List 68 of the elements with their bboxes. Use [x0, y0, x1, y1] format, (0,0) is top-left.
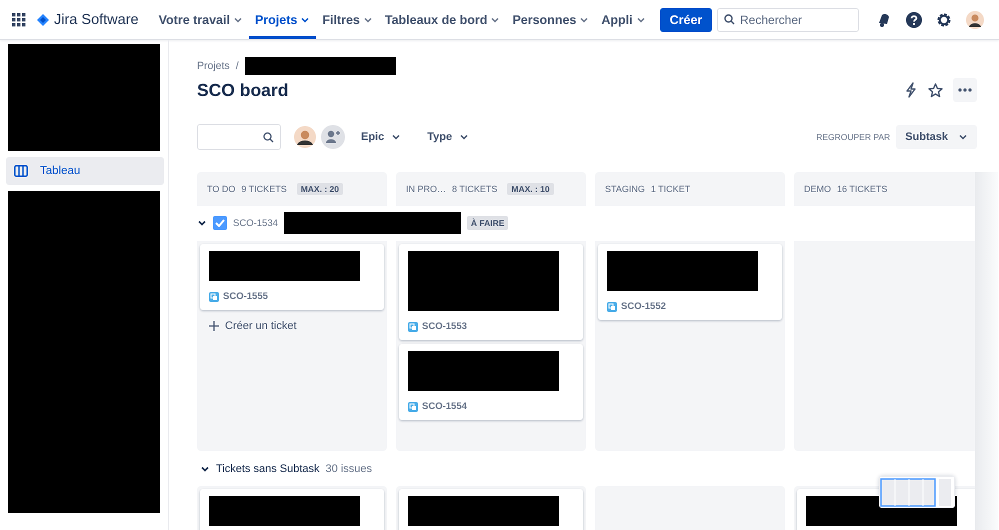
search-icon: [724, 14, 735, 25]
issue-count: 30 issues: [326, 463, 372, 475]
breadcrumb-separator: /: [236, 60, 239, 72]
ticket-card[interactable]: SCO-1555: [200, 244, 384, 310]
check-icon: [215, 219, 225, 227]
chevron-down-icon[interactable]: [200, 464, 210, 474]
group-by-dropdown[interactable]: Subtask: [896, 125, 977, 149]
ticket-count: 16 TICKETS: [837, 184, 888, 194]
chevron-down-icon[interactable]: [197, 218, 207, 228]
nav-menu-item[interactable]: Appli: [595, 0, 652, 39]
nav-menu-item[interactable]: Personnes: [506, 0, 596, 39]
nav-menu-item[interactable]: Projets: [248, 0, 316, 39]
create-ticket-button[interactable]: Créer un ticket: [209, 320, 297, 332]
sidebar-item[interactable]: Tableau: [6, 157, 164, 185]
board-search-field[interactable]: [197, 124, 281, 150]
filter-dropdown[interactable]: Type: [427, 131, 470, 143]
chevron-down-icon: [958, 132, 968, 142]
breadcrumb-link[interactable]: Projets: [197, 60, 230, 72]
subtask-icon: [408, 402, 418, 412]
column-name: DEMO: [804, 184, 831, 194]
diamond-logo-icon: [37, 14, 49, 26]
apps-grid-icon[interactable]: [12, 12, 26, 26]
ticket-count: 1 TICKET: [650, 184, 690, 194]
group-by-label: REGROUPER PAR: [816, 132, 890, 142]
issue-key: SCO-1555: [223, 291, 268, 302]
help-icon[interactable]: [906, 12, 922, 28]
ticket-count: 9 TICKETS: [241, 184, 287, 194]
issue-key: SCO-1552: [621, 301, 666, 312]
avatar-icon[interactable]: [966, 10, 984, 28]
max-limit-badge: MAX. : 20: [296, 183, 343, 195]
chevron-down-icon: [391, 132, 402, 142]
add-person-icon[interactable]: [321, 125, 345, 149]
star-icon[interactable]: [928, 82, 943, 98]
nav-menu-item[interactable]: Votre travail: [152, 0, 249, 39]
subtask-icon: [607, 302, 617, 312]
checkbox[interactable]: [213, 216, 227, 230]
ticket-card[interactable]: SCO-1553: [399, 244, 583, 340]
plus-icon: [209, 321, 219, 331]
swimlane-title: Tickets sans Subtask: [216, 463, 320, 475]
lightning-icon[interactable]: [904, 82, 918, 98]
chevron-down-icon: [459, 132, 470, 142]
settings-icon[interactable]: [936, 12, 952, 28]
subtask-icon: [408, 322, 418, 332]
column-name: TO DO: [207, 184, 236, 194]
search-field[interactable]: Rechercher: [717, 8, 859, 32]
board-title: SCO board: [197, 80, 288, 100]
nav-menu-item[interactable]: Filtres: [316, 0, 379, 39]
issue-key: SCO-1554: [422, 401, 467, 412]
avatar-icon[interactable]: [294, 126, 316, 148]
notification-icon[interactable]: [876, 12, 892, 28]
column-name: IN PRO…: [406, 184, 446, 194]
issue-key[interactable]: SCO-1534: [233, 218, 278, 228]
filter-dropdown[interactable]: Epic: [361, 131, 402, 143]
ticket-count: 8 TICKETS: [452, 184, 498, 194]
issue-key: SCO-1553: [422, 321, 467, 332]
more-button[interactable]: [953, 78, 977, 102]
create-button[interactable]: Créer: [660, 8, 712, 32]
column-name: STAGING: [605, 184, 645, 194]
board-columns-icon: [14, 165, 28, 177]
max-limit-badge: MAX. : 10: [507, 183, 554, 195]
status-badge: À FAIRE: [466, 216, 508, 230]
product-name: Jira Software: [54, 12, 139, 28]
search-icon: [263, 132, 274, 142]
nav-menu-item[interactable]: Tableaux de bord: [378, 0, 506, 39]
subtask-icon: [209, 292, 219, 302]
ticket-card[interactable]: SCO-1554: [399, 344, 583, 420]
more-icon: [958, 88, 972, 92]
ticket-card[interactable]: SCO-1552: [598, 244, 782, 320]
